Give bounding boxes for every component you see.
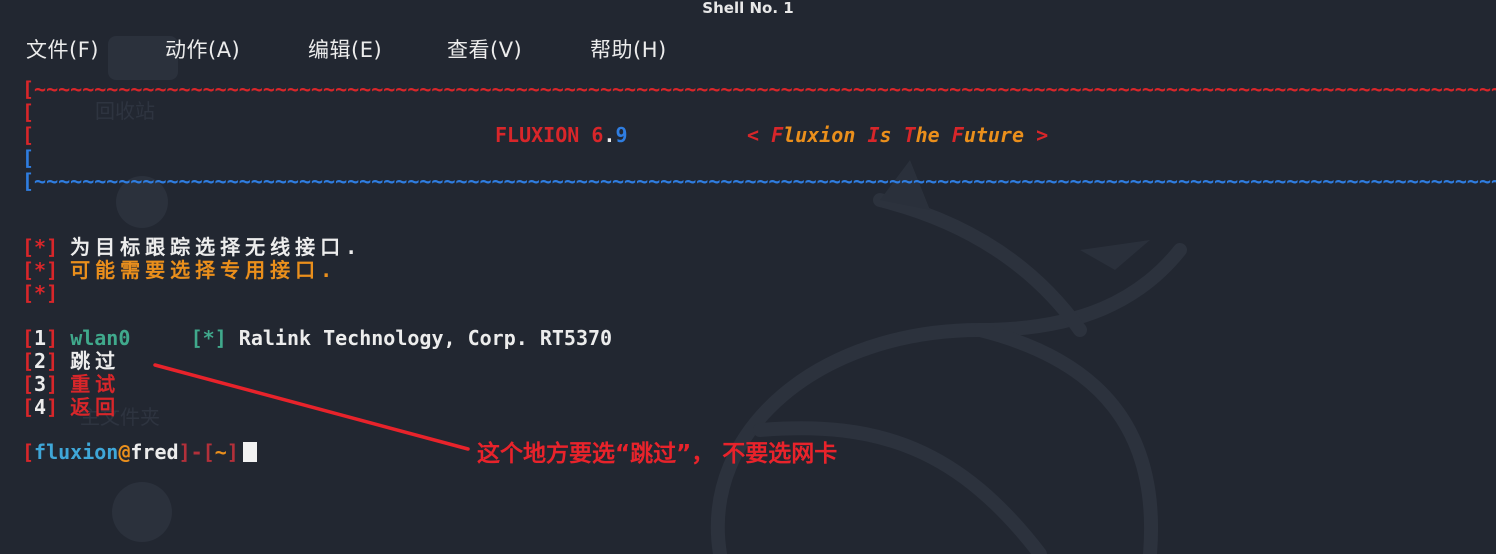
annotation-note: 这个地方要选“跳过”， 不要选网卡	[477, 441, 838, 467]
menu-help[interactable]: 帮助(H)	[590, 34, 667, 64]
info-line-select-interface: [*] 为目标跟踪选择无线接口.	[22, 235, 363, 259]
banner-bracket: [	[22, 123, 35, 147]
menu-view[interactable]: 查看(V)	[447, 34, 522, 64]
prompt-user: fluxion	[34, 440, 119, 464]
banner-bracket: [	[22, 146, 35, 170]
text-cursor	[242, 442, 257, 462]
info-line-dedicated-interface: [*] 可能需要选择专用接口.	[22, 258, 338, 282]
banner-title: FLUXION 6.9	[495, 123, 628, 147]
terminal-output[interactable]: [~~~~~~~~~~~~~~~~~~~~~~~~~~~~~~~~~~~~~~~…	[0, 66, 1496, 554]
prompt-host: fred	[130, 440, 179, 464]
option-skip[interactable]: [2] 跳过	[22, 350, 120, 373]
option-back[interactable]: [4] 返回	[22, 396, 120, 419]
menu-edit[interactable]: 编辑(E)	[308, 34, 382, 64]
banner-bracket: [	[22, 100, 35, 124]
window-title: Shell No. 1	[702, 0, 794, 17]
info-line-empty: [*]	[22, 281, 59, 305]
banner-tagline: < Fluxion Is The Future >	[747, 123, 1049, 147]
option-wlan0[interactable]: [1] wlan0 [*] Ralink Technology, Corp. R…	[22, 327, 612, 350]
menu-file[interactable]: 文件(F)	[26, 34, 99, 64]
banner-top-rule: [~~~~~~~~~~~~~~~~~~~~~~~~~~~~~~~~~~~~~~~…	[22, 78, 1496, 101]
menu-action[interactable]: 动作(A)	[165, 34, 240, 64]
banner-app-name: FLUXION	[495, 123, 580, 147]
option-retry[interactable]: [3] 重试	[22, 373, 120, 396]
shell-prompt[interactable]: [fluxion@fred]-[~]	[22, 441, 257, 464]
banner-bottom-rule: [~~~~~~~~~~~~~~~~~~~~~~~~~~~~~~~~~~~~~~~…	[22, 170, 1496, 193]
menu-bar: 文件(F) 动作(A) 编辑(E) 查看(V) 帮助(H)	[0, 30, 1496, 64]
